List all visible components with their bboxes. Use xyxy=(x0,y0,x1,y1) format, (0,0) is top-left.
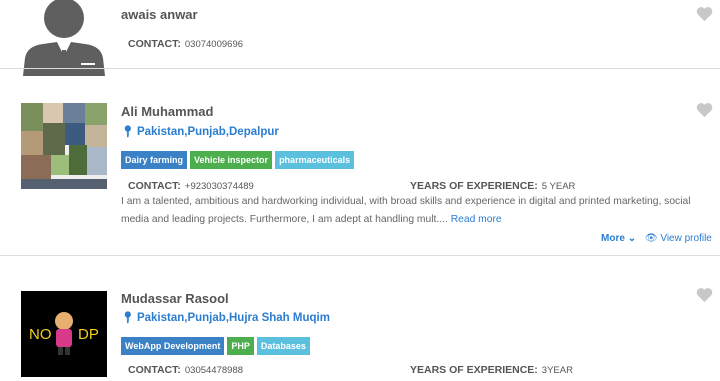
location[interactable]: 📍︎ Pakistan,Punjab,Hujra Shah Muqim xyxy=(121,311,330,324)
eye-icon: 👁︎ xyxy=(644,233,658,244)
contact-info: CONTACT: 03074009696 xyxy=(128,38,243,50)
contact-label: CONTACT: xyxy=(128,364,181,376)
avatar-text-no: NO xyxy=(29,326,52,343)
avatar[interactable]: NO DP xyxy=(21,291,107,377)
divider xyxy=(0,68,720,69)
map-pin-icon: 📍︎ xyxy=(121,312,135,324)
more-dropdown[interactable]: More ⌄ xyxy=(601,233,636,244)
profile-name[interactable]: Ali Muhammad xyxy=(121,104,213,119)
read-more-link[interactable]: Read more xyxy=(451,214,502,225)
experience-value: 5 YEAR xyxy=(541,181,576,192)
heart-icon[interactable] xyxy=(696,287,713,303)
contact-value: 03074009696 xyxy=(184,39,244,50)
tag-php[interactable]: PHP xyxy=(227,337,254,355)
view-profile-link[interactable]: 👁︎ View profile xyxy=(645,233,712,244)
experience-label: YEARS OF EXPERIENCE: xyxy=(410,180,538,192)
skill-tags: WebApp Development PHP Databases xyxy=(121,337,310,355)
view-profile-label: View profile xyxy=(660,233,712,244)
contact-value: +923030374489 xyxy=(184,181,254,192)
tag-databases[interactable]: Databases xyxy=(256,337,310,355)
avatar[interactable] xyxy=(21,103,107,189)
experience-label: YEARS OF EXPERIENCE: xyxy=(410,364,538,376)
location-text: Pakistan,Punjab,Hujra Shah Muqim xyxy=(136,312,330,324)
description-text: I am a talented, ambitious and hardworki… xyxy=(121,196,691,225)
divider xyxy=(0,255,720,256)
contact-label: CONTACT: xyxy=(128,38,181,50)
contact-info: CONTACT: 03054478988 xyxy=(128,364,243,376)
experience-info: YEARS OF EXPERIENCE: 5 YEAR xyxy=(410,180,575,192)
location[interactable]: 📍︎ Pakistan,Punjab,Depalpur xyxy=(121,125,279,138)
experience-info: YEARS OF EXPERIENCE: 3YEAR xyxy=(410,364,573,376)
avatar-text-dp: DP xyxy=(78,326,99,343)
heart-icon[interactable] xyxy=(696,102,713,118)
tag-pharmaceuticals[interactable]: pharmaceuticals xyxy=(275,151,355,169)
heart-icon[interactable] xyxy=(696,6,713,22)
tag-vehicle-inspector[interactable]: Vehicle inspector xyxy=(190,151,273,169)
contact-value: 03054478988 xyxy=(184,365,244,376)
chevron-down-icon: ⌄ xyxy=(627,233,637,244)
tag-dairy-farming[interactable]: Dairy farming xyxy=(121,151,188,169)
profile-name[interactable]: Mudassar Rasool xyxy=(121,291,229,306)
profile-actions: More ⌄ 👁︎ View profile xyxy=(601,233,712,244)
contact-info: CONTACT: +923030374489 xyxy=(128,180,254,192)
profile-name[interactable]: awais anwar xyxy=(121,7,198,22)
location-text: Pakistan,Punjab,Depalpur xyxy=(136,126,279,138)
experience-value: 3YEAR xyxy=(541,365,573,376)
avatar[interactable] xyxy=(21,0,107,76)
contact-label: CONTACT: xyxy=(128,180,181,192)
tag-webapp-development[interactable]: WebApp Development xyxy=(121,337,225,355)
more-label: More xyxy=(601,233,625,244)
skill-tags: Dairy farming Vehicle inspector pharmace… xyxy=(121,151,355,169)
map-pin-icon: 📍︎ xyxy=(121,126,135,138)
profile-description: I am a talented, ambitious and hardworki… xyxy=(121,193,716,229)
